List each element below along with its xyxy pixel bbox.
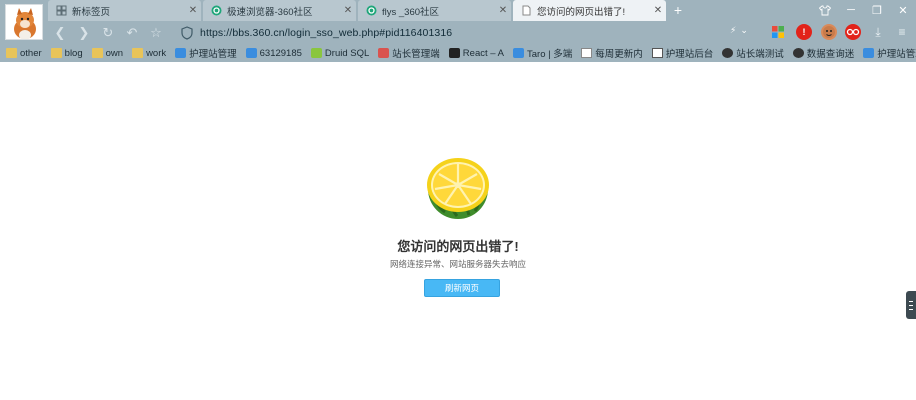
close-icon[interactable]: ✕ <box>340 5 356 16</box>
bookmark-nursing-admin[interactable]: 护理站管理 <box>175 46 237 60</box>
page-icon <box>581 48 593 58</box>
bookmark-label: 站长端测试 <box>736 49 784 60</box>
bookmark-label: own <box>105 47 124 59</box>
site-icon <box>863 48 875 58</box>
reload-icon[interactable]: ↻ <box>96 22 120 44</box>
chevron-down-icon[interactable]: ⌄ <box>740 25 748 36</box>
bookmark-label: 63129185 <box>259 47 302 59</box>
tab-title: flys _360社区 <box>382 6 440 18</box>
folder-icon <box>6 48 17 58</box>
react-icon <box>448 48 460 58</box>
tab-360-community[interactable]: 极速浏览器-360社区 ✕ <box>203 0 356 21</box>
refresh-page-button[interactable]: 刷新网页 <box>424 279 500 297</box>
bookmark-label: 每周更新内 <box>595 49 643 60</box>
taro-icon <box>513 48 524 58</box>
tab-title: 极速浏览器-360社区 <box>227 6 313 18</box>
star-icon[interactable]: ☆ <box>144 22 168 44</box>
360-community-icon <box>366 5 377 16</box>
github-icon <box>722 48 734 58</box>
close-icon[interactable]: ✕ <box>185 5 201 16</box>
address-actions: ⚡ ⌄ <box>730 25 748 36</box>
grid-icon <box>56 5 67 16</box>
bookmark-nursing-admin-2[interactable]: 护理站管理 <box>863 46 916 60</box>
tab-flys-360[interactable]: flys _360社区 ✕ <box>358 0 511 21</box>
bookmark-data-query[interactable]: 数据查询迷 <box>792 46 855 60</box>
druid-icon <box>310 48 322 58</box>
adblock-icon[interactable]: ! <box>796 24 812 40</box>
close-window-icon[interactable]: ✕ <box>890 0 916 20</box>
bookmark-druid-sql[interactable]: Druid SQL <box>310 47 370 59</box>
bookmark-label: 站长管理端 <box>392 49 440 60</box>
bookmark-label: work <box>146 47 167 59</box>
undo-icon[interactable]: ↶ <box>120 22 144 44</box>
bookmark-63129185[interactable]: 63129185 <box>245 47 302 59</box>
bookmark-taro[interactable]: Taro | 多端 <box>513 46 572 60</box>
apps-grid-icon[interactable] <box>770 24 786 40</box>
site-icon <box>245 48 257 58</box>
folder-icon <box>91 48 103 58</box>
bookmark-weekly-update[interactable]: 每周更新内 <box>581 46 643 60</box>
restore-icon[interactable]: ❐ <box>864 0 890 20</box>
page-content: 您访问的网页出错了! 网络连接异常、网站服务器失去响应 刷新网页 <box>0 62 916 400</box>
user-avatar[interactable] <box>5 4 43 40</box>
close-icon[interactable]: ✕ <box>650 5 666 16</box>
shirt-skin-icon[interactable] <box>812 0 838 20</box>
bookmark-nursing-backend[interactable]: 护理站后台 <box>651 46 714 60</box>
tab-title: 新标签页 <box>72 6 111 18</box>
address-bar[interactable]: https://bbs.360.cn/login_sso_web.php#pid… <box>180 24 740 41</box>
bookmark-label: blog <box>64 47 83 59</box>
bookmark-folder-work[interactable]: work <box>132 48 166 59</box>
bookmark-label: Taro | 多端 <box>527 49 573 60</box>
download-icon[interactable]: ⤓ <box>870 24 886 40</box>
tab-new-tab[interactable]: 新标签页 ✕ <box>48 0 201 21</box>
bookmark-folder-blog[interactable]: blog <box>50 47 83 59</box>
close-icon[interactable]: ✕ <box>495 5 511 16</box>
bookmark-station-test[interactable]: 站长端测试 <box>722 46 784 60</box>
side-panel-handle[interactable] <box>906 291 916 319</box>
extension-face-icon[interactable] <box>821 24 837 40</box>
image-icon <box>651 48 663 58</box>
github-icon <box>792 48 804 58</box>
bookmark-station-admin[interactable]: 站长管理端 <box>378 46 440 60</box>
page-icon <box>521 5 532 16</box>
folder-icon <box>50 48 62 58</box>
bookmark-react[interactable]: React – A <box>448 47 504 59</box>
lightning-icon[interactable]: ⚡ <box>730 25 736 36</box>
bookmark-label: React – A <box>462 47 504 59</box>
bookmark-label: 护理站管理 <box>189 49 237 60</box>
site-icon <box>175 48 187 58</box>
back-icon[interactable]: ❮ <box>48 22 72 44</box>
fox-avatar-icon <box>6 5 42 39</box>
new-tab-button[interactable]: + <box>668 0 688 21</box>
admin-icon <box>378 48 390 58</box>
tab-error-page[interactable]: 您访问的网页出错了! ✕ <box>513 0 666 21</box>
tab-strip: 新标签页 ✕ 极速浏览器-360社区 ✕ flys _360社区 ✕ 您访问的网… <box>48 0 693 21</box>
bookmark-label: 护理站管理 <box>877 49 916 60</box>
url-text[interactable]: https://bbs.360.cn/login_sso_web.php#pid… <box>200 27 452 39</box>
forward-icon[interactable]: ❯ <box>72 22 96 44</box>
tab-title: 您访问的网页出错了! <box>537 6 626 18</box>
lemon-watermelon-icon <box>425 155 491 221</box>
bookmark-label: other <box>20 47 42 59</box>
shield-icon <box>180 25 194 40</box>
bookmarks-bar: other blog own work 护理站管理 63129185 Druid… <box>0 44 916 62</box>
bookmark-folder-other[interactable]: other <box>6 48 42 59</box>
extension-glasses-icon[interactable] <box>845 24 861 40</box>
bookmark-label: 数据查询迷 <box>806 49 855 60</box>
360-community-icon <box>211 5 222 16</box>
minimize-icon[interactable]: ─ <box>838 0 864 20</box>
bookmark-folder-own[interactable]: own <box>91 47 124 59</box>
nav-toolbar: ❮ ❯ ↻ ↶ ☆ https://bbs.360.cn/login_sso_w… <box>48 21 916 44</box>
bookmark-label: Druid SQL <box>324 47 370 59</box>
error-title: 您访问的网页出错了! <box>397 239 519 254</box>
folder-icon <box>132 48 144 58</box>
bookmark-label: 护理站后台 <box>665 49 714 60</box>
error-subtitle: 网络连接异常、网站服务器失去响应 <box>389 259 526 269</box>
browser-chrome: 新标签页 ✕ 极速浏览器-360社区 ✕ flys _360社区 ✕ 您访问的网… <box>0 0 916 62</box>
window-controls: ─ ❐ ✕ <box>812 0 916 20</box>
menu-icon[interactable]: ≡ <box>894 24 910 40</box>
